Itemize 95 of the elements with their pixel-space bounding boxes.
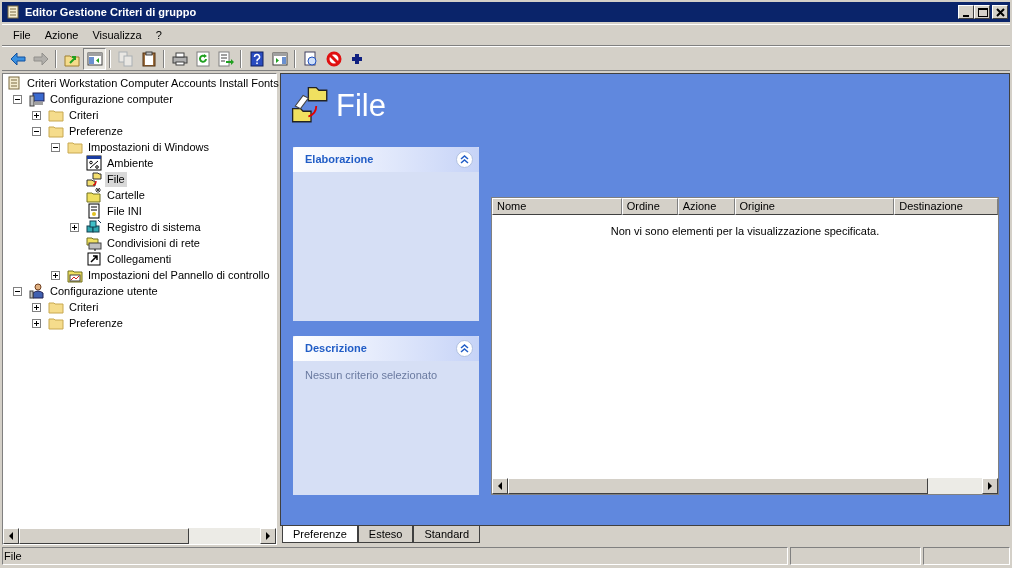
scroll-left-button[interactable]: [3, 528, 19, 544]
collapse-button[interactable]: [456, 151, 473, 168]
tree-item[interactable]: Criteri: [67, 299, 101, 315]
tree-item[interactable]: Criteri: [67, 107, 101, 123]
tab[interactable]: Esteso: [357, 526, 414, 543]
help-icon: [248, 50, 265, 67]
right-arrow-icon: [987, 482, 993, 490]
properties-icon: [302, 50, 319, 67]
tree-item[interactable]: Cartelle: [105, 187, 147, 203]
column-header[interactable]: Ordine: [621, 198, 678, 215]
user-icon: [29, 283, 45, 299]
menu-item[interactable]: ?: [148, 25, 169, 45]
tree-pane-icon: [86, 50, 103, 67]
refresh-icon: [194, 50, 211, 67]
chevron-up-icon: [460, 343, 469, 353]
stop-icon: [325, 50, 342, 67]
collapse-button[interactable]: [456, 339, 473, 357]
expand-icon[interactable]: [70, 222, 79, 232]
expand-icon[interactable]: [32, 318, 41, 328]
scroll-left-button[interactable]: [492, 478, 508, 494]
tab[interactable]: Standard: [413, 526, 481, 543]
column-header[interactable]: Nome: [492, 198, 622, 215]
expand-icon[interactable]: [51, 270, 60, 280]
export-list-icon: [217, 50, 234, 67]
menu-item[interactable]: File: [6, 25, 38, 45]
menu-item[interactable]: Azione: [37, 25, 86, 45]
tree-item[interactable]: Impostazioni di Windows: [86, 139, 212, 155]
right-arrow-icon: [265, 532, 271, 540]
tree-item[interactable]: Configurazione computer: [48, 91, 175, 107]
document-icon: [86, 203, 102, 219]
tree-item[interactable]: Preferenze: [67, 315, 125, 331]
collapse-icon[interactable]: [51, 142, 60, 152]
collapse-icon[interactable]: [13, 94, 22, 104]
percent-window-icon: [86, 155, 102, 171]
column-header[interactable]: Azione: [677, 198, 735, 215]
maximize-icon: [976, 6, 988, 18]
column-header[interactable]: Origine: [734, 198, 895, 215]
copy-icon: [117, 50, 134, 67]
cubes-icon: [86, 219, 102, 235]
minimize-icon: [963, 14, 969, 17]
back-icon: [9, 50, 26, 67]
chevron-up-icon: [460, 155, 469, 164]
folder-icon: [48, 107, 64, 123]
tree-pane-button[interactable]: [83, 47, 106, 70]
close-button[interactable]: [992, 5, 1008, 19]
control-panel-folder-icon: [67, 267, 83, 283]
folder-icon: [48, 123, 64, 139]
scroll-right-button[interactable]: [260, 528, 276, 544]
left-arrow-icon: [497, 482, 503, 490]
tree-item[interactable]: Preferenze: [67, 123, 125, 139]
minimize-button[interactable]: [958, 5, 974, 19]
expand-icon[interactable]: [32, 302, 41, 312]
panel-title: Descrizione: [305, 341, 367, 357]
clipboard-icon: [140, 50, 157, 67]
close-icon: [994, 6, 1006, 18]
tree-item[interactable]: File: [105, 171, 127, 187]
printer-icon: [171, 50, 188, 67]
window-title: Editor Gestione Criteri di gruppo: [25, 4, 197, 20]
maximize-button[interactable]: [974, 5, 990, 19]
tree-item[interactable]: Criteri Workstation Computer Accounts Install Fonts: [25, 75, 281, 91]
scroll-icon: [5, 4, 21, 20]
tree-item[interactable]: Collegamenti: [105, 251, 174, 267]
collapse-icon[interactable]: [13, 286, 22, 296]
tree-item[interactable]: File INI: [105, 203, 144, 219]
scroll-icon: [6, 75, 22, 91]
menu-item[interactable]: Visualizza: [85, 25, 149, 45]
forward-icon: [32, 50, 49, 67]
column-header[interactable]: Destinazione: [894, 198, 998, 215]
tree-item[interactable]: Registro di sistema: [105, 219, 203, 235]
scroll-right-button[interactable]: [982, 478, 998, 494]
computer-icon: [29, 91, 45, 107]
file-copy-icon: [86, 171, 102, 187]
expand-icon[interactable]: [32, 110, 41, 120]
folder-icon: [48, 299, 64, 315]
folder-icon: [48, 315, 64, 331]
panel-text: Nessun criterio selezionato: [305, 368, 438, 381]
left-arrow-icon: [8, 532, 14, 540]
scrollbar-thumb[interactable]: [19, 528, 189, 544]
scrollbar-thumb[interactable]: [508, 478, 928, 494]
tab[interactable]: Preferenze: [282, 526, 358, 543]
network-drive-icon: [86, 235, 102, 251]
collapse-icon[interactable]: [32, 126, 41, 136]
empty-list-message: Non vi sono elementi per la visualizzazione specificata.: [610, 225, 880, 237]
folder-icon: [67, 139, 83, 155]
horizontal-scrollbar[interactable]: [3, 528, 276, 544]
action-pane-icon: [271, 50, 288, 67]
tree-item[interactable]: Configurazione utente: [48, 283, 160, 299]
tree-item[interactable]: Impostazioni del Pannello di controllo: [86, 267, 272, 283]
status-text: File: [4, 550, 22, 562]
tree-item[interactable]: Condivisioni di rete: [105, 235, 202, 251]
tree-item[interactable]: Ambiente: [105, 155, 156, 171]
horizontal-scrollbar[interactable]: [492, 478, 998, 494]
panel-title: Elaborazione: [305, 152, 374, 168]
sparkle-folder-icon: [86, 187, 102, 203]
page-title: File: [336, 86, 386, 125]
